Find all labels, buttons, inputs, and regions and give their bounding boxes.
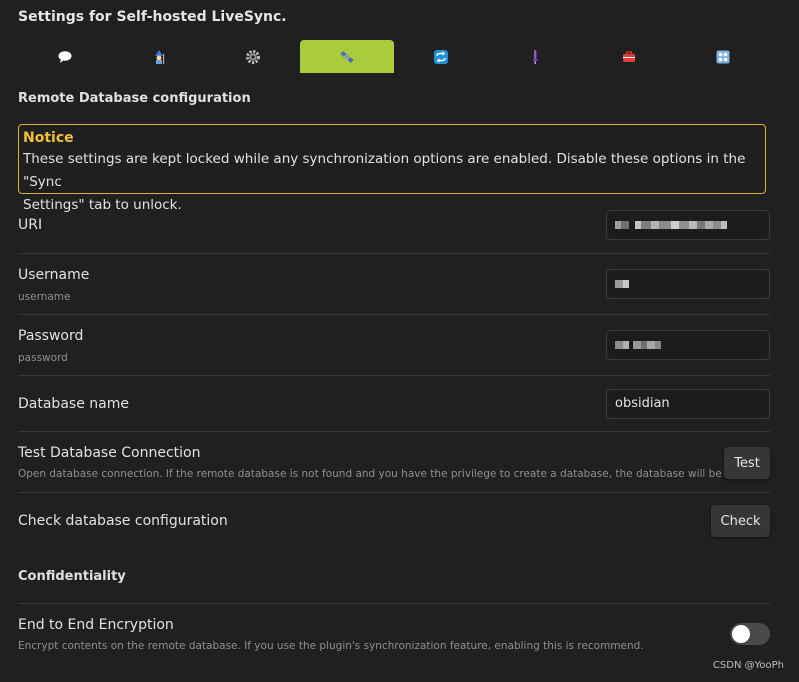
database-name-field[interactable]: obsidian (606, 389, 770, 419)
test-button[interactable]: Test (724, 447, 770, 479)
database-name-label: Database name (18, 396, 129, 412)
watermark: CSDN @YooPh (712, 660, 784, 671)
notice-box: Notice These settings are kept locked wh… (18, 124, 766, 213)
username-field[interactable] (606, 269, 770, 299)
e2ee-toggle[interactable] (730, 623, 770, 645)
tab-setup-wizard[interactable] (112, 40, 206, 73)
username-setting-row: Username username (18, 253, 770, 315)
gear-icon (246, 49, 260, 64)
password-field[interactable] (606, 330, 770, 360)
wizard-icon (155, 49, 165, 64)
database-name-setting-row: Database name obsidian (18, 375, 770, 432)
sync-arrows-icon (434, 49, 448, 64)
notice-title: Notice (23, 130, 74, 146)
password-blurred-value (615, 341, 661, 349)
speech-bubble-icon (58, 50, 72, 63)
tab-sync-settings[interactable] (394, 40, 488, 73)
satellite-icon (340, 50, 354, 63)
check-button[interactable]: Check (711, 505, 770, 537)
remote-database-heading: Remote Database configuration (18, 91, 251, 106)
settings-tab-bar (18, 40, 770, 73)
uri-field[interactable] (606, 210, 770, 240)
tab-remote-database[interactable] (300, 40, 394, 73)
password-label: Password (18, 328, 84, 344)
toolbox-icon (623, 50, 635, 62)
tab-customization[interactable] (676, 40, 770, 73)
uri-label: URI (18, 217, 43, 233)
tab-maintenance[interactable] (582, 40, 676, 73)
username-label: Username (18, 267, 90, 283)
toggle-knob (732, 625, 750, 643)
password-description: password (18, 352, 68, 364)
e2ee-label: End to End Encryption (18, 617, 174, 633)
test-connection-description: Open database connection. If the remote … (18, 468, 769, 480)
confidentiality-heading: Confidentiality (18, 569, 126, 584)
uri-blurred-value (615, 221, 727, 229)
test-connection-setting-row: Test Database Connection Open database c… (18, 431, 770, 493)
notice-text-line1: These settings are kept locked while any… (23, 151, 746, 190)
check-config-label: Check database configuration (18, 513, 228, 529)
check-config-setting-row: Check database configuration Check (18, 492, 770, 549)
username-blurred-value (615, 280, 629, 288)
tab-general[interactable] (18, 40, 112, 73)
microscope-icon (533, 49, 538, 64)
uri-setting-row: URI (18, 197, 770, 253)
e2ee-setting-row: End to End Encryption Encrypt contents o… (18, 603, 770, 664)
control-knobs-icon (716, 50, 730, 63)
tab-general-settings[interactable] (206, 40, 300, 73)
username-description: username (18, 291, 71, 303)
settings-title: Settings for Self-hosted LiveSync. (18, 9, 287, 25)
password-setting-row: Password password (18, 314, 770, 376)
e2ee-description: Encrypt contents on the remote database.… (18, 640, 644, 652)
test-connection-label: Test Database Connection (18, 445, 201, 461)
tab-hatch[interactable] (488, 40, 582, 73)
